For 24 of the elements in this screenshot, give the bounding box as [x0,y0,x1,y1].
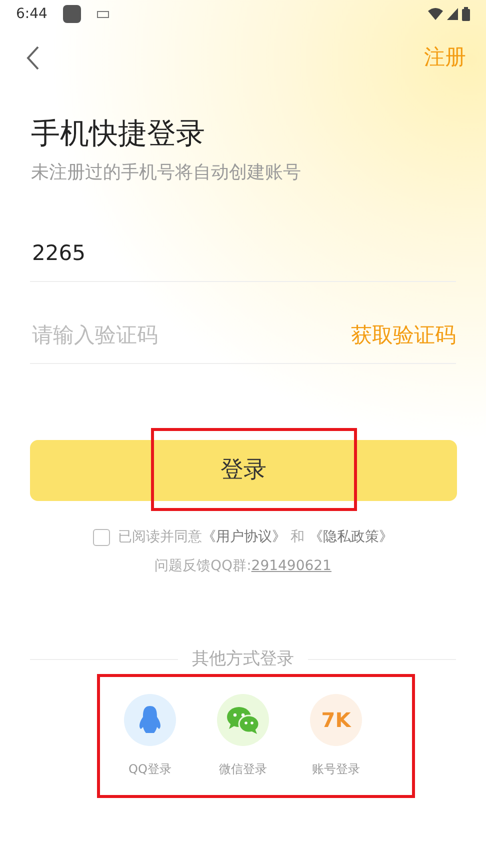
code-field[interactable]: 请输入验证码 [30,318,351,352]
keyboard-icon [97,10,110,18]
back-button[interactable] [26,45,40,71]
agreement-text: 已阅读并同意《用户协议》 和 《隐私政策》 [118,528,393,547]
other-login-heading: 其他方式登录 [191,648,295,671]
wifi-icon [428,8,443,20]
qq-penguin-icon [138,705,162,736]
app-icon [63,5,82,23]
account-logo: 7K [321,707,351,734]
login-button[interactable]: 登录 [30,440,457,501]
subtitle: 未注册过的手机号将自动创建账号 [31,160,302,185]
qq-group-link[interactable]: 291490621 [251,558,332,574]
user-agreement-link[interactable]: 《用户协议》 [202,528,286,545]
battery-icon [462,7,470,21]
status-time: 6:44 [16,4,48,24]
privacy-policy-link[interactable]: 《隐私政策》 [308,528,393,545]
agreement-checkbox[interactable] [93,528,110,546]
page-title: 手机快捷登录 [31,116,206,151]
chat-bubbles-icon [226,706,260,734]
feedback-text: 问题反馈QQ群:291490621 [154,558,332,574]
register-link[interactable]: 注册 [424,42,466,74]
get-code-button[interactable]: 获取验证码 [351,320,456,352]
signal-icon [447,8,458,20]
phone-field[interactable]: 2265 [30,236,456,270]
